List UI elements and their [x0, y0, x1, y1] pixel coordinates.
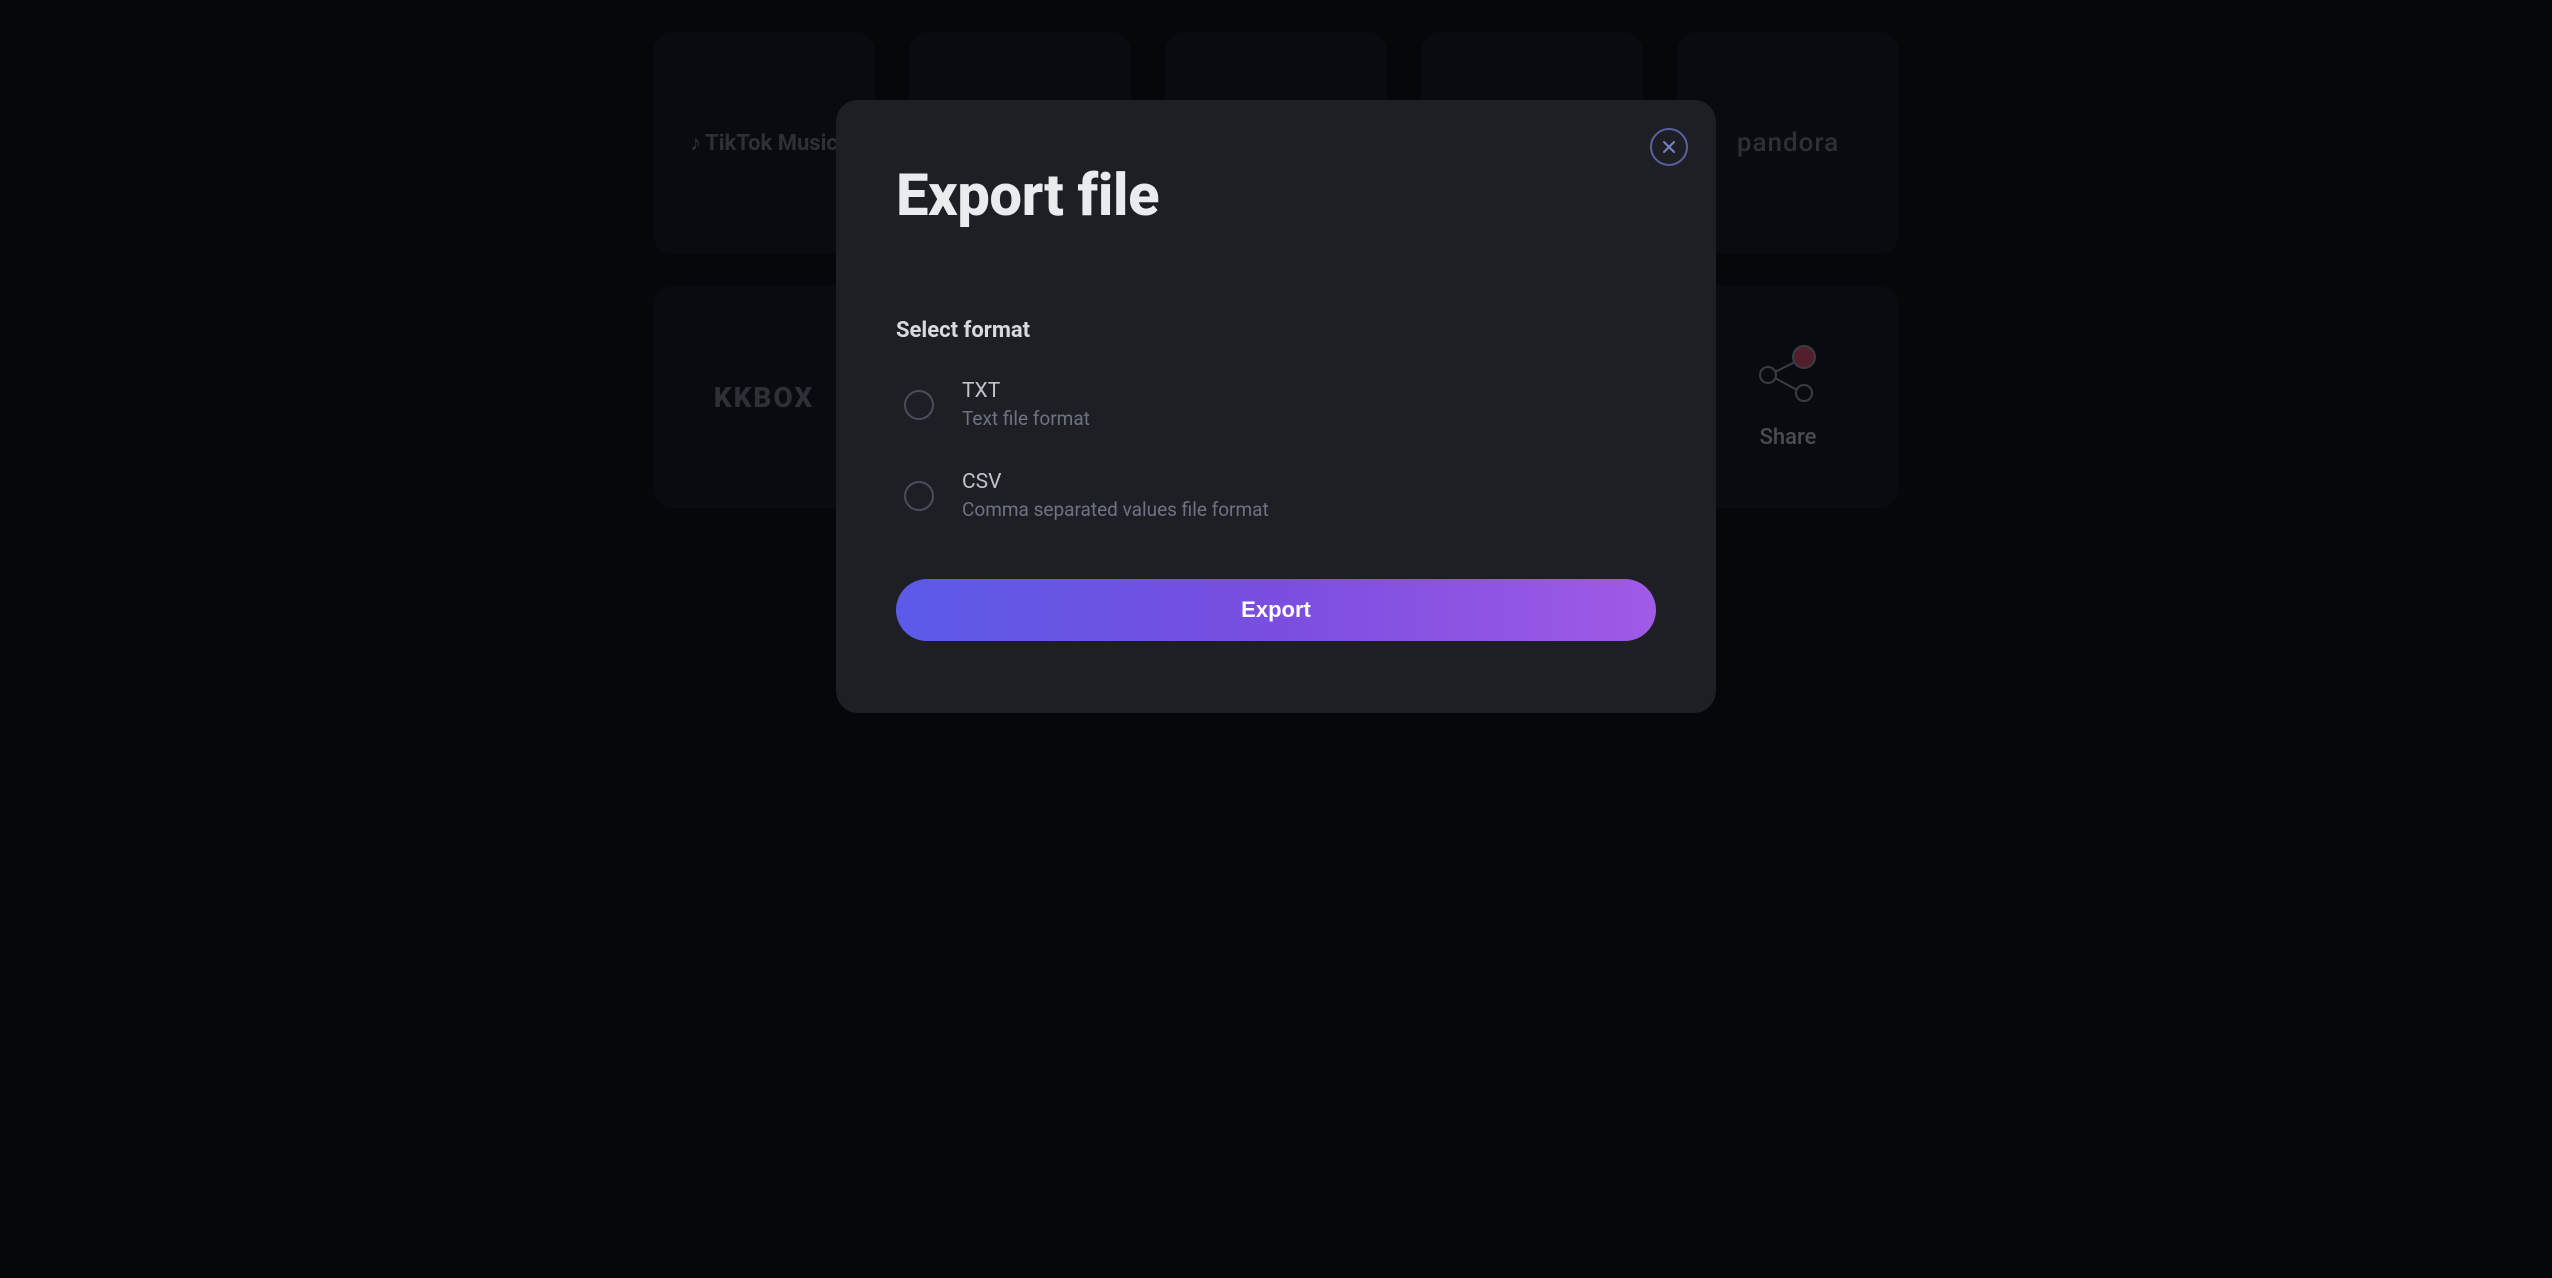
close-button[interactable]: [1650, 128, 1688, 166]
radio-icon: [904, 481, 934, 511]
format-radio-group: TXT Text file format CSV Comma separated…: [896, 379, 1656, 521]
radio-icon: [904, 390, 934, 420]
export-file-modal: Export file Select format TXT Text file …: [836, 100, 1716, 713]
radio-option-csv[interactable]: CSV Comma separated values file format: [904, 470, 1656, 521]
radio-text: CSV Comma separated values file format: [962, 470, 1269, 521]
radio-title: CSV: [962, 470, 1269, 494]
radio-description: Comma separated values file format: [962, 498, 1269, 521]
radio-title: TXT: [962, 379, 1090, 403]
radio-description: Text file format: [962, 407, 1090, 430]
section-label: Select format: [896, 318, 1656, 343]
close-icon: [1662, 140, 1676, 154]
modal-title: Export file: [896, 162, 1656, 230]
radio-option-txt[interactable]: TXT Text file format: [904, 379, 1656, 430]
modal-overlay: Export file Select format TXT Text file …: [0, 0, 2552, 1278]
export-button[interactable]: Export: [896, 579, 1656, 641]
radio-text: TXT Text file format: [962, 379, 1090, 430]
